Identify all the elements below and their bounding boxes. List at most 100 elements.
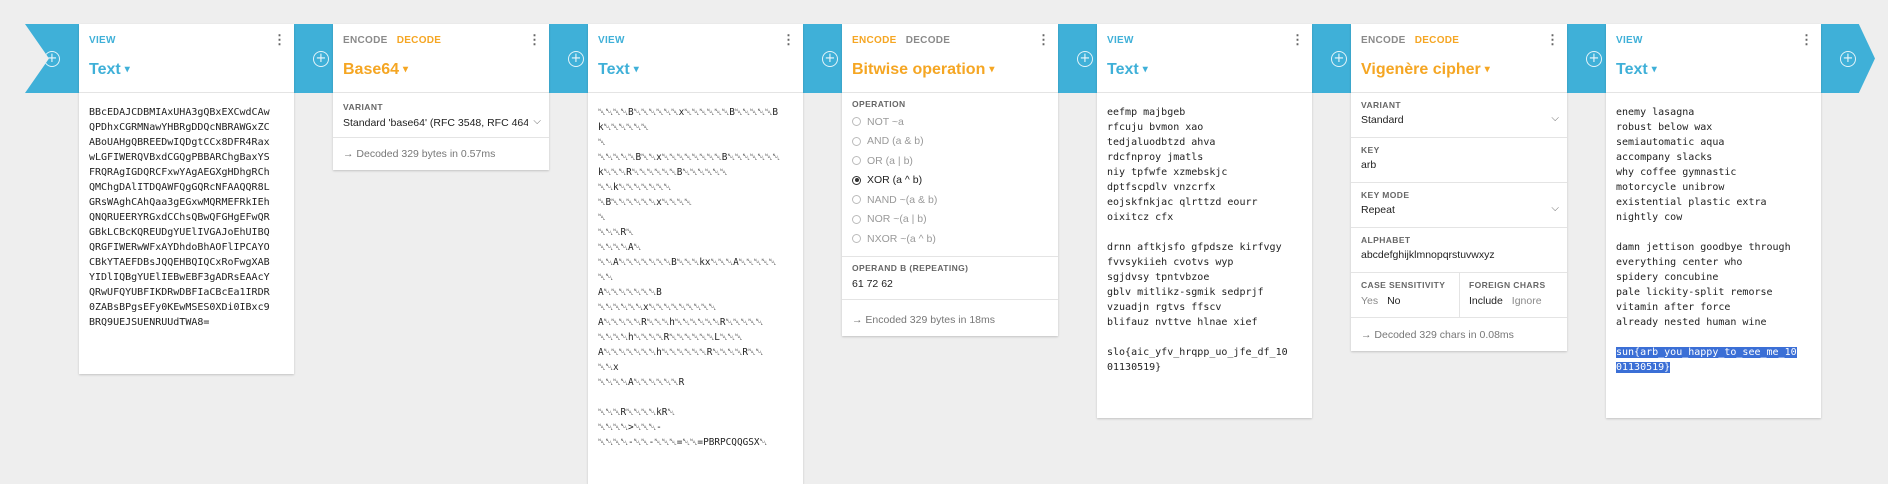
keymode-select[interactable]: KEY MODE Repeat ⌵ [1351, 183, 1567, 228]
keymode-value: Repeat [1361, 204, 1395, 216]
card-header: VIEW Text ▾ ⋮ [588, 24, 803, 93]
plus-icon: + [1331, 50, 1347, 67]
text-line: ␀␀k␀␀␀␀␀␀␀ [598, 182, 672, 193]
card-header: VIEW Text ▾ ⋮ [79, 24, 294, 93]
foreign-chars-toggle[interactable]: FOREIGN CHARS Include Ignore [1459, 273, 1567, 317]
operation-option[interactable]: AND (a & b) [852, 132, 1048, 152]
case-label: CASE SENSITIVITY [1361, 280, 1446, 290]
more-menu-icon[interactable]: ⋮ [782, 33, 795, 46]
operation-group: OPERATION NOT ~a AND (a & b) OR (a | b) XOR… [842, 93, 1058, 257]
operation-label: NOT ~a [867, 115, 904, 128]
operation-label: NAND ~(a & b) [867, 193, 938, 206]
case-sensitivity-toggle[interactable]: CASE SENSITIVITY Yes No [1351, 273, 1460, 317]
operation-label: XOR (a ^ b) [867, 174, 923, 187]
alphabet-field[interactable]: ALPHABET abcdefghijklmnopqrstuvwxyz [1351, 228, 1567, 273]
chevron-down-icon: ▾ [1484, 64, 1490, 75]
operation-label: NXOR ~(a ^ b) [867, 232, 936, 245]
more-menu-icon[interactable]: ⋮ [528, 33, 541, 46]
operation-label: OPERATION [852, 99, 906, 109]
more-menu-icon[interactable]: ⋮ [1291, 33, 1304, 46]
card-title[interactable]: Text ▾ [89, 61, 130, 79]
tab-view[interactable]: VIEW [1616, 35, 1643, 46]
text-line: QPDhxCGRMNawYHBRgDDQcNBRAWGxZC [89, 122, 270, 133]
insert-button-7[interactable]: + [1821, 24, 1875, 93]
variant-select[interactable]: VARIANT Standard ⌵ [1351, 93, 1567, 138]
text-line: QNQRUEERYRGxdCChsQBwQFGHgEFwQR [89, 212, 270, 223]
arrow-icon: → [343, 148, 354, 160]
operand-field[interactable]: OPERAND B (REPEATING) 61 72 62 [842, 257, 1058, 300]
more-menu-icon[interactable]: ⋮ [273, 33, 286, 46]
card-title[interactable]: Text ▾ [1616, 61, 1657, 79]
tab-decode[interactable]: DECODE [906, 35, 951, 46]
text-line: rfcuju bvmon xao [1107, 122, 1204, 133]
chevron-down-icon: ▾ [403, 64, 409, 75]
base64-card: ENCODE DECODE Base64 ▾ ⋮ VARIANT Standard… [333, 24, 549, 170]
tab-view[interactable]: VIEW [598, 35, 625, 46]
text-line: why coffee gymnastic [1616, 167, 1737, 178]
operation-option[interactable]: XOR (a ^ b) [852, 171, 1048, 191]
text-line: ␀␀␀␀A␀␀␀␀␀␀R [598, 377, 685, 388]
card-title[interactable]: Text ▾ [1107, 61, 1148, 79]
chevron-down-icon: ▾ [124, 64, 130, 75]
card-title-label: Base64 [343, 61, 400, 78]
more-menu-icon[interactable]: ⋮ [1546, 33, 1559, 46]
card-title[interactable]: Bitwise operation ▾ [852, 61, 994, 79]
tab-decode[interactable]: DECODE [397, 35, 442, 46]
variant-select[interactable]: VARIANT Standard 'base64' (RFC 3548, RFC… [333, 93, 549, 138]
text-line: everything center who [1616, 257, 1743, 268]
more-menu-icon[interactable]: ⋮ [1800, 33, 1813, 46]
operation-option[interactable]: NAND ~(a & b) [852, 190, 1048, 210]
tab-decode[interactable]: DECODE [1415, 35, 1460, 46]
text-line: YIDlIQBgYUElIEBwEBF3gADRsEAAcY [89, 272, 270, 283]
card-title-label: Text [1107, 61, 1139, 78]
text-line: ␀␀␀␀␀␀x␀␀␀␀␀␀␀␀␀ [598, 302, 717, 313]
card-title[interactable]: Vigenère cipher ▾ [1361, 61, 1490, 79]
card-header: ENCODE DECODE Bitwise operation ▾ ⋮ [842, 24, 1058, 93]
operation-option[interactable]: NXOR ~(a ^ b) [852, 229, 1048, 249]
card-header: ENCODE DECODE Vigenère cipher ▾ ⋮ [1351, 24, 1567, 93]
operation-option[interactable]: NOT ~a [852, 112, 1048, 132]
card-title[interactable]: Text ▾ [598, 61, 639, 79]
text-line: A␀␀␀␀␀R␀␀␀h␀␀␀␀␀␀R␀␀␀␀␀ [598, 317, 764, 328]
case-yes-option[interactable]: Yes [1361, 295, 1378, 307]
tab-encode[interactable]: ENCODE [343, 35, 388, 46]
text-line: dptfscpdlv vnzcrfx [1107, 182, 1216, 193]
plus-icon: + [822, 50, 838, 67]
text-line: motorcycle unibrow [1616, 182, 1725, 193]
text-line: ␀ [598, 212, 606, 223]
text-line: A␀␀␀␀␀␀␀h␀␀␀␀␀␀R␀␀␀␀R␀␀ [598, 347, 764, 358]
text-line: eefmp majbgeb [1107, 107, 1186, 118]
radio-icon [852, 195, 861, 205]
operation-option[interactable]: OR (a | b) [852, 151, 1048, 171]
operation-option[interactable]: NOR ~(a | b) [852, 210, 1048, 230]
text-line: existential plastic extra [1616, 197, 1767, 208]
chevron-down-icon: ▾ [989, 64, 995, 75]
variant-label: VARIANT [343, 102, 383, 112]
tab-view[interactable]: VIEW [89, 35, 116, 46]
tab-encode[interactable]: ENCODE [852, 35, 897, 46]
card-title[interactable]: Base64 ▾ [343, 61, 408, 79]
variant-value: Standard 'base64' (RFC 3548, RFC 4648) [343, 117, 528, 129]
text-line: QRwUFQYUBFIKDRwDBFIaCBcEa1IRDR [89, 287, 270, 298]
text-line: vitamin after force [1616, 302, 1731, 313]
key-field[interactable]: KEY arb [1351, 138, 1567, 183]
foreign-include-option[interactable]: Include [1469, 295, 1503, 307]
variant-value: Standard [1361, 114, 1404, 126]
more-menu-icon[interactable]: ⋮ [1037, 33, 1050, 46]
text-line: 0ZABsBPgsEFy0KEwMSES0XDi0IBxc9 [89, 302, 270, 313]
tab-view[interactable]: VIEW [1107, 35, 1134, 46]
card-title-label: Bitwise operation [852, 61, 986, 78]
text-line: niy tpfwfe xzmebskjc [1107, 167, 1228, 178]
foreign-ignore-option[interactable]: Ignore [1512, 295, 1542, 307]
selected-flag-text[interactable]: 01130519} [1616, 362, 1671, 373]
case-no-option[interactable]: No [1387, 295, 1400, 307]
text-output[interactable]: enemy lasagna robust below wax semiautomat… [1606, 93, 1821, 385]
tab-encode[interactable]: ENCODE [1361, 35, 1406, 46]
text-line: ␀␀␀R␀␀␀␀kR␀ [598, 407, 675, 418]
insert-button-0[interactable]: + [25, 24, 79, 93]
text-line: CBkYTAEFDBsJQQEHBQIQCxRoFwgXAB [89, 257, 270, 268]
text-line: ␀␀␀␀A␀ [598, 242, 642, 253]
selected-flag-text[interactable]: sun{arb_you_happy_to_see_me_10 [1616, 347, 1797, 358]
text-line: pale lickity-split remorse [1616, 287, 1773, 298]
chevron-down-icon: ▾ [1142, 64, 1148, 75]
